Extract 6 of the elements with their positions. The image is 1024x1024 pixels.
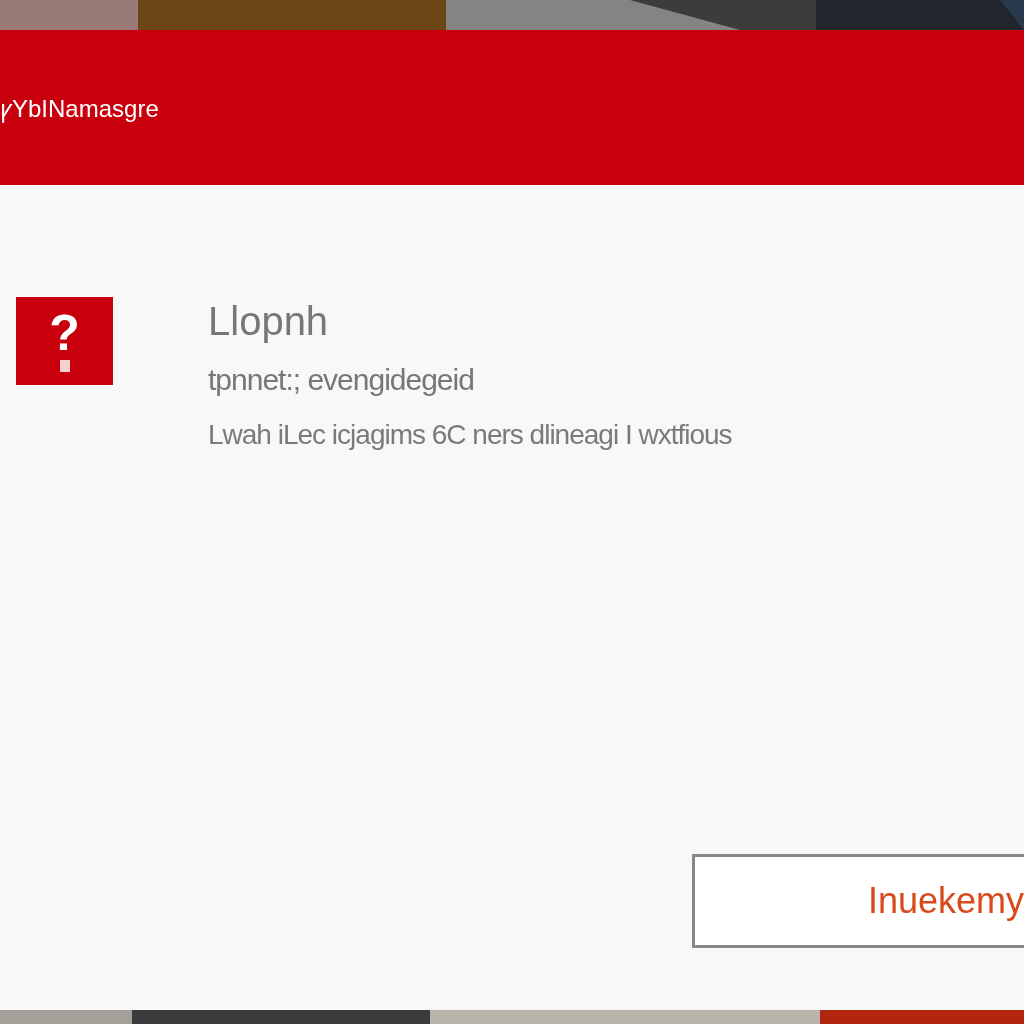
dialog-button[interactable]: Inuekemy <box>692 854 1024 948</box>
dialog-subheading: tpnnet:; evengidegeid <box>208 363 475 397</box>
dialog-heading: Llopnh <box>208 298 330 345</box>
dialog-message: Lwah iLec icjagims 6C ners dlineagi I wxtfious <box>208 419 732 451</box>
window-title: ꝩYbINamasgre <box>0 94 159 124</box>
question-icon: ? <box>16 297 113 385</box>
